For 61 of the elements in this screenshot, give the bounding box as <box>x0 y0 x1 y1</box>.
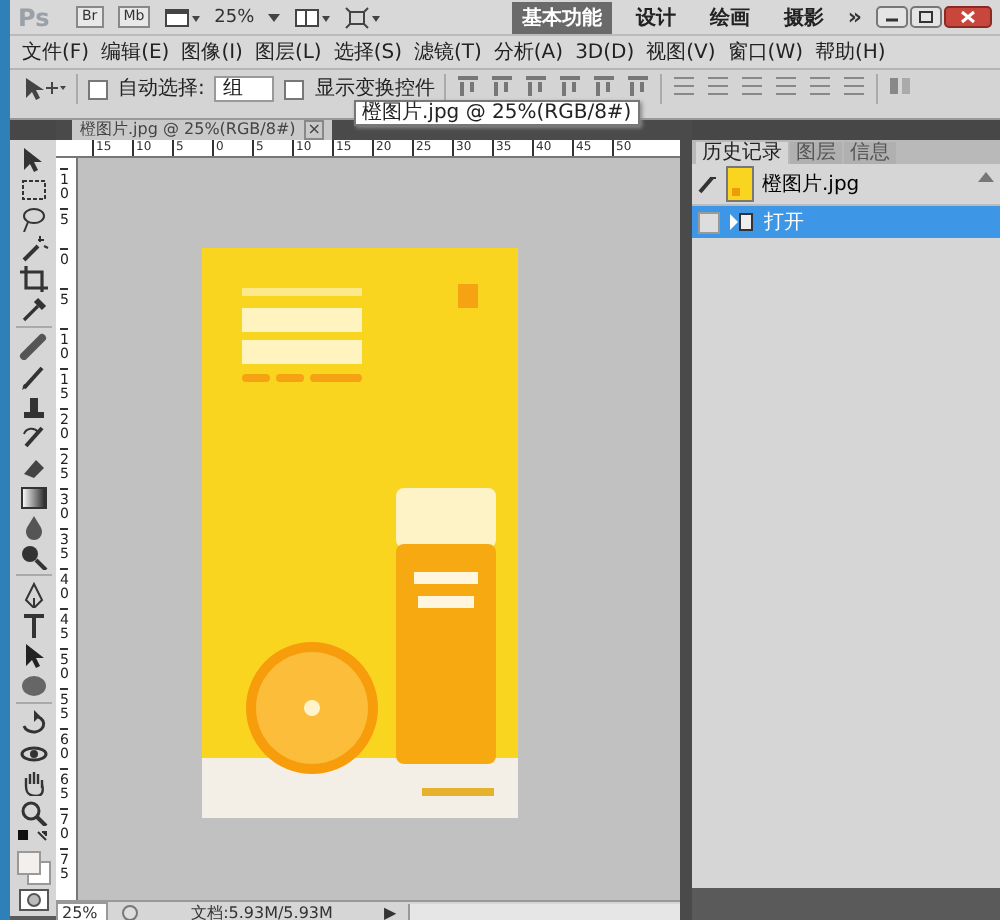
lasso-icon[interactable] <box>17 204 49 232</box>
align-icon[interactable] <box>456 74 481 98</box>
menu-item[interactable]: 文件(F) <box>18 38 94 66</box>
ellipse-shape-icon[interactable] <box>17 670 49 698</box>
menu-item[interactable]: 图像(I) <box>177 38 247 66</box>
zoom-field[interactable]: 25% <box>56 902 108 920</box>
screen-mode-icon[interactable] <box>164 5 201 29</box>
menu-item[interactable]: 视图(V) <box>642 38 720 66</box>
workspace-button[interactable]: 基本功能 <box>511 1 612 33</box>
panel-tab[interactable]: 图层 <box>790 142 842 164</box>
arrange-documents-icon[interactable] <box>294 5 331 29</box>
history-brush-icon[interactable] <box>17 422 49 450</box>
menu-item[interactable]: 窗口(W) <box>723 38 807 66</box>
horizontal-scrollbar[interactable] <box>408 904 680 920</box>
align-icon[interactable] <box>524 74 549 98</box>
app-logo: Ps <box>18 3 52 31</box>
menu-item[interactable]: 帮助(H) <box>811 38 890 66</box>
document-tab[interactable]: 橙图片.jpg @ 25%(RGB/8#) × <box>72 120 333 140</box>
crop-icon[interactable] <box>17 264 49 292</box>
menu-item[interactable]: 编辑(E) <box>97 38 174 66</box>
document-title: 橙图片.jpg @ 25%(RGB/8#) <box>80 120 296 140</box>
caret-icon[interactable] <box>268 11 281 23</box>
document-size-text: 文档:5.93M/5.93M <box>189 902 335 920</box>
color-swatches-icon[interactable] <box>15 850 51 886</box>
history-state-icon <box>728 210 756 234</box>
show-transform-checkbox[interactable] <box>284 80 305 100</box>
snapshot-label: 橙图片.jpg <box>762 171 860 198</box>
workspace-button[interactable]: 绘画 <box>699 1 760 33</box>
quick-mask-icon[interactable] <box>17 888 49 912</box>
align-icon[interactable] <box>490 74 515 98</box>
menu-item[interactable]: 滤镜(T) <box>409 38 486 66</box>
minimize-icon[interactable] <box>876 6 908 28</box>
auto-select-dropdown[interactable]: 组 <box>214 75 275 101</box>
menu-item[interactable]: 分析(A) <box>489 38 568 66</box>
menu-item[interactable]: 选择(S) <box>329 38 406 66</box>
tooltip: 橙图片.jpg @ 25%(RGB/8#) <box>354 100 640 126</box>
close-icon[interactable] <box>944 6 992 28</box>
more-workspaces-button[interactable]: » <box>847 4 862 30</box>
zoom-icon[interactable] <box>17 798 49 826</box>
menu-item[interactable]: 图层(L) <box>250 38 326 66</box>
menu-item[interactable]: 3D(D) <box>571 41 639 63</box>
status-menu-button[interactable]: ▶ <box>384 904 397 920</box>
snapshot-thumbnail-icon[interactable] <box>726 166 754 202</box>
maximize-icon[interactable] <box>910 6 942 28</box>
align-icon[interactable] <box>558 74 583 98</box>
rotate-3d-icon[interactable] <box>17 708 49 736</box>
move-tool-icon[interactable] <box>22 74 66 102</box>
panel-tab[interactable]: 历史记录 <box>696 142 788 164</box>
gradient-icon[interactable] <box>17 482 49 510</box>
auto-select-label: 自动选择: <box>118 75 205 102</box>
workspace-button[interactable]: 摄影 <box>773 1 834 33</box>
workspace-button[interactable]: 设计 <box>625 1 686 33</box>
marquee-icon[interactable] <box>17 174 49 202</box>
screen-arrange-icon[interactable] <box>344 5 381 29</box>
scroll-up-icon[interactable] <box>978 170 994 182</box>
align-icon[interactable] <box>626 74 651 98</box>
auto-select-checkbox[interactable] <box>88 80 108 100</box>
align-icon[interactable] <box>592 74 617 98</box>
zoom-dropdown[interactable]: 25% <box>214 7 255 27</box>
magic-wand-icon[interactable] <box>17 234 49 262</box>
show-transform-label: 显示变换控件 <box>314 75 435 101</box>
